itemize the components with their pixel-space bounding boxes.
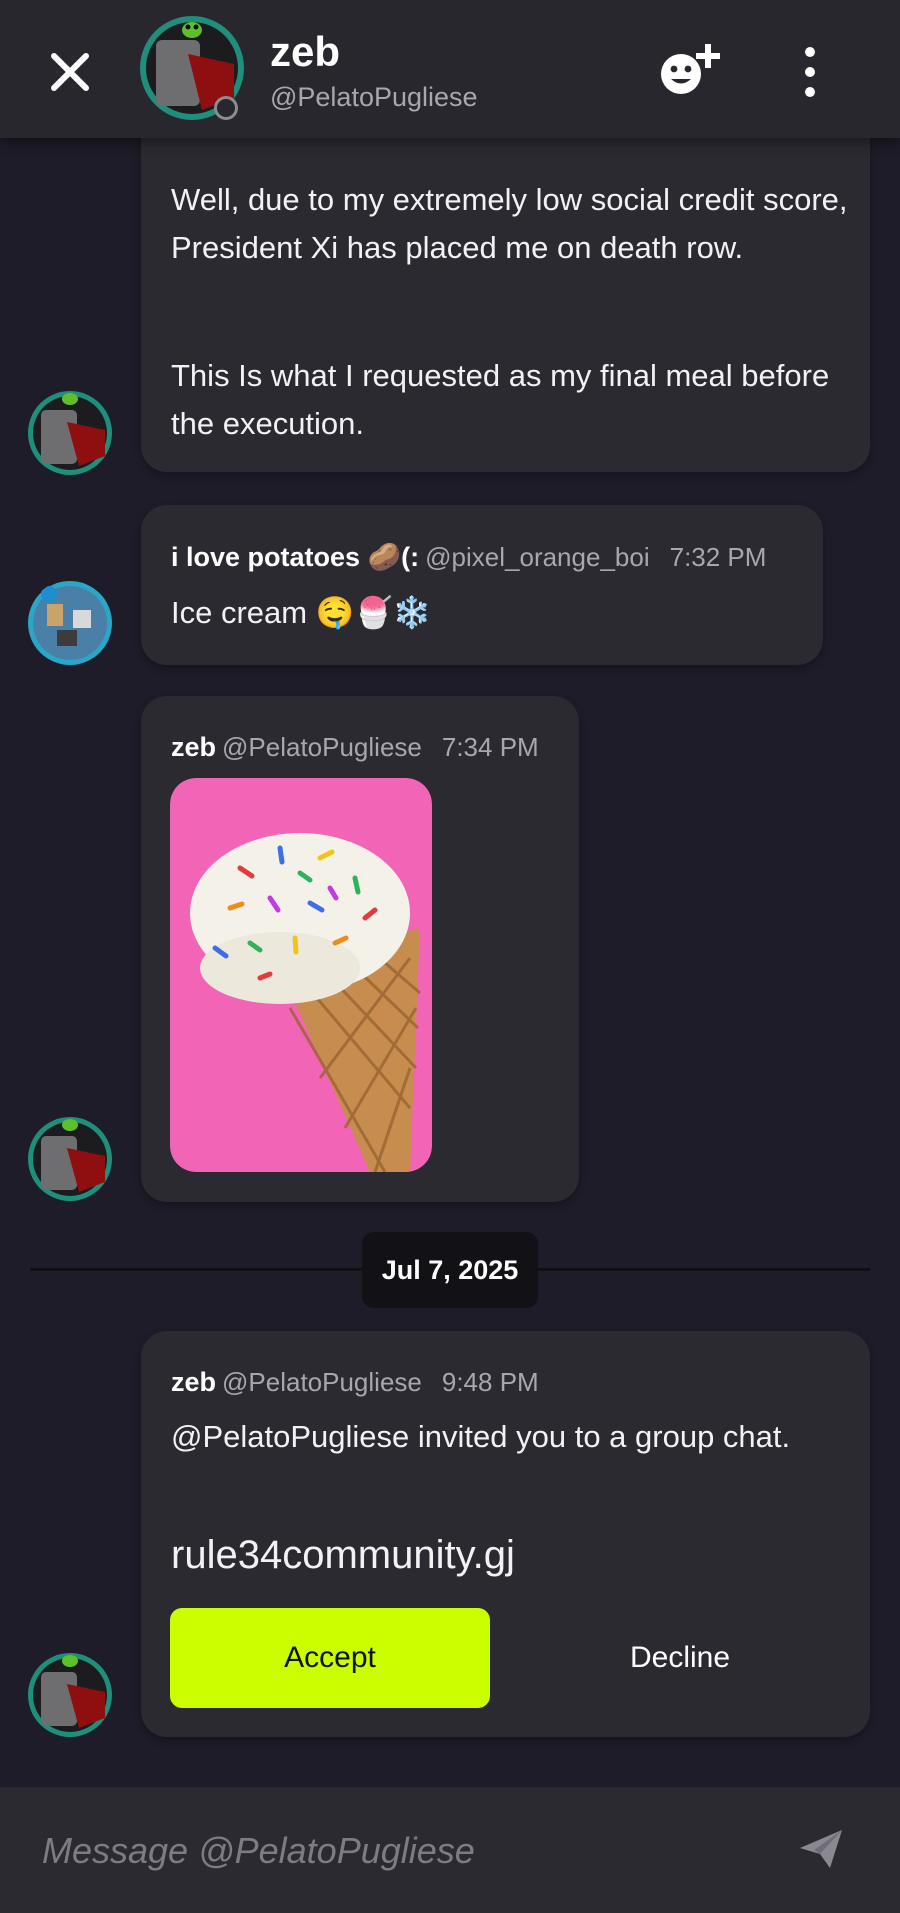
message-paragraph: Well, due to my extremely low social cre… (171, 182, 848, 265)
message-paragraph: This Is what I requested as my final mea… (171, 358, 830, 441)
message-author[interactable]: zeb (171, 1367, 216, 1397)
close-icon[interactable] (40, 42, 100, 102)
invite-text: @PelatoPugliese invited you to a group c… (171, 1419, 791, 1454)
message-handle[interactable]: @pixel_orange_boi (425, 542, 649, 572)
message-meta: zeb @PelatoPugliese 9:48 PM (171, 1367, 539, 1398)
message-composer (0, 1787, 900, 1913)
user-avatar[interactable] (27, 1652, 113, 1738)
decline-button[interactable]: Decline (580, 1608, 780, 1708)
send-icon[interactable] (798, 1826, 844, 1872)
message-author[interactable]: zeb (171, 732, 216, 762)
accept-button[interactable]: Accept (170, 1608, 490, 1708)
header-username: zeb (270, 28, 341, 75)
user-avatar[interactable] (27, 390, 113, 476)
user-avatar[interactable] (27, 580, 113, 666)
group-chat-name: rule34community.gj (171, 1533, 515, 1577)
message-author[interactable]: i love potatoes 🥔(: (171, 542, 419, 572)
message-meta: i love potatoes 🥔(: @pixel_orange_boi 7:32… (171, 541, 766, 573)
message-card: Well, due to my extremely low social cre… (141, 100, 870, 472)
more-options-icon[interactable] (790, 44, 830, 100)
message-input[interactable] (40, 1817, 784, 1885)
date-divider-label: Jul 7, 2025 (362, 1232, 538, 1308)
message-time: 7:32 PM (669, 542, 767, 572)
message-text: Ice cream 🤤🍧❄️ (171, 595, 432, 630)
chat-header: zeb @PelatoPugliese (0, 0, 900, 138)
message-handle[interactable]: @PelatoPugliese (222, 732, 422, 762)
ice-cream-image[interactable] (170, 778, 432, 1172)
header-handle: @PelatoPugliese (270, 82, 478, 112)
message-time: 9:48 PM (441, 1367, 539, 1397)
add-friend-icon[interactable] (655, 40, 725, 100)
status-indicator (214, 96, 238, 120)
message-card: zeb @PelatoPugliese 7:34 PM (141, 696, 579, 1202)
message-meta: zeb @PelatoPugliese 7:34 PM (171, 732, 539, 763)
message-handle[interactable]: @PelatoPugliese (222, 1367, 422, 1397)
message-card: i love potatoes 🥔(: @pixel_orange_boi 7:32… (141, 505, 823, 665)
user-avatar[interactable] (27, 1116, 113, 1202)
message-time: 7:34 PM (441, 732, 539, 762)
